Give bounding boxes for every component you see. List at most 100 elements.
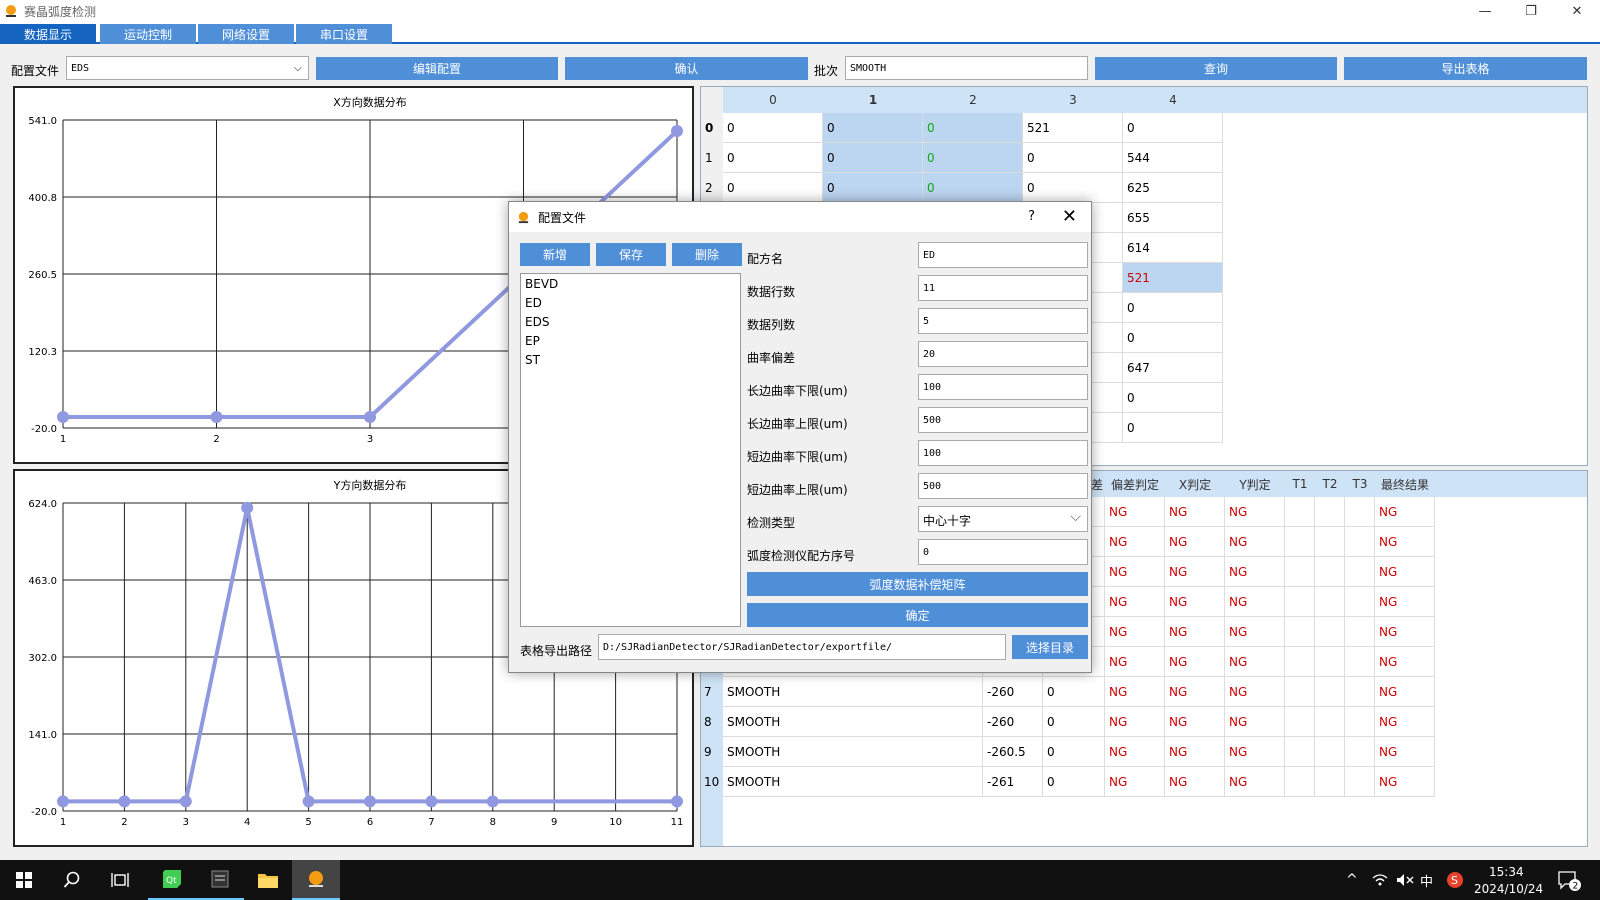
table-cell[interactable]: 0 xyxy=(1023,143,1123,173)
table-cell[interactable] xyxy=(1345,617,1375,647)
table-cell[interactable]: NG xyxy=(1165,647,1225,677)
table-cell[interactable]: SMOOTH xyxy=(723,737,983,767)
config-file-select[interactable]: EDS ⌵ xyxy=(66,56,309,80)
table-cell[interactable]: 521 xyxy=(1023,113,1123,143)
table-cell[interactable]: 0 xyxy=(923,113,1023,143)
table-cell[interactable] xyxy=(1285,557,1315,587)
table-cell[interactable]: 0 xyxy=(1043,677,1105,707)
table-cell[interactable]: 0 xyxy=(1023,173,1123,203)
row-header[interactable]: 1 xyxy=(705,151,713,165)
table-cell[interactable]: 521 xyxy=(1123,263,1223,293)
sogou-input-icon[interactable]: S xyxy=(1446,871,1464,889)
file-explorer-icon[interactable] xyxy=(244,860,292,900)
table-cell[interactable]: NG xyxy=(1165,587,1225,617)
table-cell[interactable] xyxy=(1315,647,1345,677)
table-cell[interactable]: 0 xyxy=(1123,383,1223,413)
list-item[interactable]: BEVD xyxy=(525,277,736,296)
table-cell[interactable] xyxy=(1285,767,1315,797)
table-cell[interactable] xyxy=(1285,737,1315,767)
task-view-icon[interactable] xyxy=(96,860,144,900)
table-cell[interactable]: NG xyxy=(1105,707,1165,737)
table-cell[interactable]: NG xyxy=(1225,497,1285,527)
table-cell[interactable]: NG xyxy=(1165,767,1225,797)
table-cell[interactable]: 625 xyxy=(1123,173,1223,203)
list-item[interactable]: ST xyxy=(525,353,736,372)
table-cell[interactable]: NG xyxy=(1225,587,1285,617)
table-cell[interactable] xyxy=(1315,527,1345,557)
table-cell[interactable] xyxy=(1285,707,1315,737)
table-cell[interactable]: NG xyxy=(1105,737,1165,767)
choose-directory-button[interactable]: 选择目录 xyxy=(1012,635,1088,659)
row-header[interactable]: 8 xyxy=(704,715,712,729)
table-cell[interactable]: NG xyxy=(1225,767,1285,797)
table-cell[interactable]: 0 xyxy=(1043,767,1105,797)
table-cell[interactable]: 544 xyxy=(1123,143,1223,173)
table-cell[interactable]: NG xyxy=(1105,677,1165,707)
table-cell[interactable] xyxy=(1285,617,1315,647)
tab-network-settings[interactable]: 网络设置 xyxy=(198,24,294,44)
column-header[interactable]: 3 xyxy=(1023,87,1123,113)
table-cell[interactable] xyxy=(1345,497,1375,527)
table-cell[interactable] xyxy=(1315,767,1345,797)
tab-motion-control[interactable]: 运动控制 xyxy=(100,24,196,44)
minimize-button[interactable]: — xyxy=(1462,0,1508,22)
table-cell[interactable]: 0 xyxy=(1043,707,1105,737)
table-cell[interactable] xyxy=(1315,497,1345,527)
long-edge-upper-field[interactable]: 500 xyxy=(918,407,1088,433)
row-header[interactable]: 7 xyxy=(704,685,712,699)
table-cell[interactable]: NG xyxy=(1375,527,1435,557)
table-cell[interactable]: 0 xyxy=(723,143,823,173)
table-cell[interactable]: 0 xyxy=(923,143,1023,173)
close-icon[interactable]: ✕ xyxy=(1062,206,1077,227)
data-rows-field[interactable]: 11 xyxy=(918,275,1088,301)
table-cell[interactable]: 0 xyxy=(1123,413,1223,443)
column-header[interactable]: 1 xyxy=(823,87,923,113)
table-cell[interactable]: 614 xyxy=(1123,233,1223,263)
table-cell[interactable]: SMOOTH xyxy=(723,767,983,797)
ime-indicator[interactable]: 中 xyxy=(1420,871,1433,890)
short-edge-upper-field[interactable]: 500 xyxy=(918,473,1088,499)
column-header-x-judge[interactable]: X判定 xyxy=(1165,471,1225,497)
table-cell[interactable]: NG xyxy=(1105,557,1165,587)
list-item[interactable]: EDS xyxy=(525,315,736,334)
radian-recipe-index-field[interactable]: 0 xyxy=(918,539,1088,565)
table-cell[interactable]: 0 xyxy=(1043,737,1105,767)
table-cell[interactable]: NG xyxy=(1165,707,1225,737)
short-edge-lower-field[interactable]: 100 xyxy=(918,440,1088,466)
clock-time[interactable]: 15:34 xyxy=(1489,865,1524,879)
table-cell[interactable] xyxy=(1315,677,1345,707)
volume-muted-icon[interactable] xyxy=(1396,873,1414,887)
tab-serial-settings[interactable]: 串口设置 xyxy=(296,24,392,44)
table-cell[interactable]: 0 xyxy=(1123,113,1223,143)
table-cell[interactable]: NG xyxy=(1105,767,1165,797)
qt-creator-icon[interactable]: Qt xyxy=(148,860,196,900)
column-header[interactable]: 4 xyxy=(1123,87,1223,113)
list-item[interactable]: ED xyxy=(525,296,736,315)
table-cell[interactable] xyxy=(1345,707,1375,737)
table-cell[interactable]: NG xyxy=(1105,587,1165,617)
table-cell[interactable]: NG xyxy=(1165,497,1225,527)
detect-type-select[interactable]: 中心十字 ⌵ xyxy=(918,506,1088,532)
compensation-matrix-button[interactable]: 弧度数据补偿矩阵 xyxy=(747,572,1088,596)
table-cell[interactable]: NG xyxy=(1375,677,1435,707)
table-cell[interactable] xyxy=(1345,647,1375,677)
table-cell[interactable]: NG xyxy=(1375,737,1435,767)
new-recipe-button[interactable]: 新增 xyxy=(520,243,590,266)
table-cell[interactable]: 0 xyxy=(1123,323,1223,353)
table-cell[interactable] xyxy=(1345,587,1375,617)
table-cell[interactable] xyxy=(1345,737,1375,767)
edit-config-button[interactable]: 编辑配置 xyxy=(316,57,558,80)
table-cell[interactable] xyxy=(1285,497,1315,527)
table-cell[interactable]: 0 xyxy=(723,113,823,143)
table-cell[interactable]: NG xyxy=(1225,677,1285,707)
column-header-t2[interactable]: T2 xyxy=(1315,471,1345,497)
chevron-up-icon[interactable]: ^ xyxy=(1346,872,1358,888)
table-cell[interactable]: NG xyxy=(1105,617,1165,647)
clock-date[interactable]: 2024/10/24 xyxy=(1474,882,1543,896)
table-cell[interactable]: 0 xyxy=(823,143,923,173)
start-button[interactable] xyxy=(0,860,48,900)
table-cell[interactable]: NG xyxy=(1225,527,1285,557)
table-cell[interactable]: 0 xyxy=(723,173,823,203)
table-cell[interactable]: 647 xyxy=(1123,353,1223,383)
table-cell[interactable] xyxy=(1345,527,1375,557)
